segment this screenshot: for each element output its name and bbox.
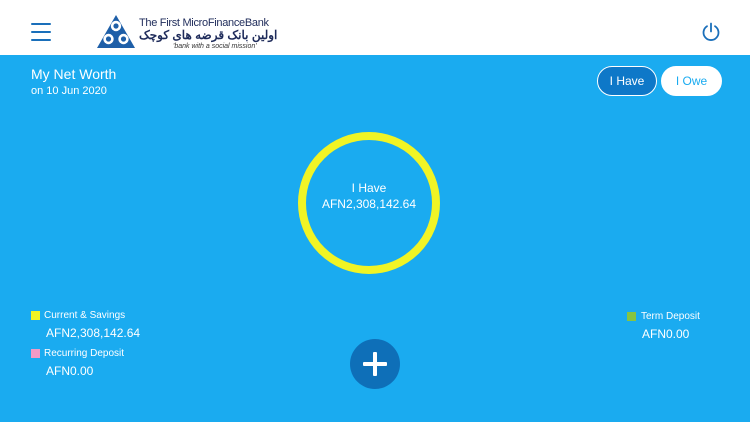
brand-name-persian: اولین بانک قرضه های کوچک [139,28,278,42]
hamburger-menu-icon[interactable] [31,23,51,41]
donut-center-value: AFN2,308,142.64 [321,197,417,211]
legend-label-recurring-deposit: Recurring Deposit [44,348,125,359]
bank-logo [97,15,135,48]
add-button[interactable] [350,339,400,389]
brand-tagline: 'bank with a social mission' [173,43,257,50]
legend-label-current-savings: Current & Savings [44,310,126,321]
legend-swatch-current-savings [31,311,40,320]
legend-value-term-deposit: AFN0.00 [642,327,690,341]
legend-swatch-recurring-deposit [31,349,40,358]
power-icon[interactable] [700,21,722,43]
donut-center-label: I Have [351,181,387,195]
page-title: My Net Worth [31,66,117,82]
as-of-date: on 10 Jun 2020 [31,85,107,97]
legend-value-recurring-deposit: AFN0.00 [46,364,94,378]
brand-text: The First MicroFinanceBank اولین بانک قر… [139,17,277,51]
top-bar: The First MicroFinanceBank اولین بانک قر… [0,0,750,55]
tab-i-have[interactable]: I Have [597,66,657,96]
tab-i-owe[interactable]: I Owe [661,66,722,96]
legend-value-current-savings: AFN2,308,142.64 [46,326,141,340]
legend-swatch-term-deposit [627,312,636,321]
legend-label-term-deposit: Term Deposit [641,311,700,322]
